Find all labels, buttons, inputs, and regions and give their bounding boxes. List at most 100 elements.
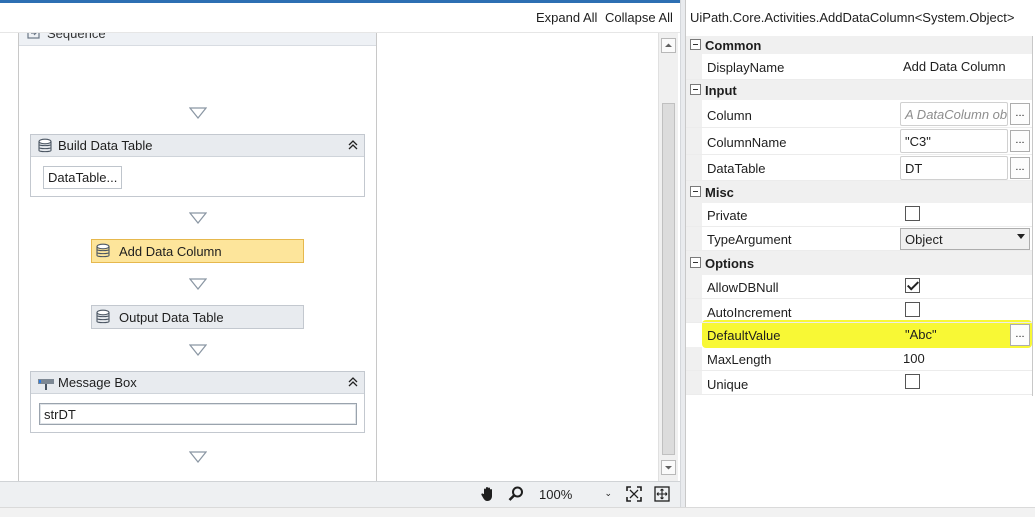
category-options[interactable]: Options <box>686 251 1032 275</box>
row-gutter <box>686 275 702 298</box>
properties-type-title: UiPath.Core.Activities.AddDataColumn<Sys… <box>690 10 1015 25</box>
property-row-datatable[interactable]: DataTable DT ... <box>686 155 1032 181</box>
build-data-table-title: Build Data Table <box>58 138 153 153</box>
typeargument-dropdown[interactable]: Object <box>900 228 1030 250</box>
property-row-typeargument[interactable]: TypeArgument Object <box>686 227 1032 251</box>
properties-panel: UiPath.Core.Activities.AddDataColumn<Sys… <box>685 0 1035 507</box>
output-data-table-activity[interactable]: Output Data Table <box>91 305 304 329</box>
property-row-allowdbnull[interactable]: AllowDBNull <box>686 275 1032 299</box>
property-row-private[interactable]: Private <box>686 203 1032 227</box>
add-data-column-activity[interactable]: Add Data Column <box>91 239 304 263</box>
property-name: Unique <box>707 377 749 392</box>
row-gutter <box>686 100 702 127</box>
property-name: AutoIncrement <box>707 305 792 320</box>
property-row-defaultvalue[interactable]: DefaultValue "Abc" ... <box>686 323 1032 347</box>
columnname-input[interactable]: "C3" <box>900 129 1008 153</box>
datatable-button[interactable]: DataTable... <box>43 166 123 189</box>
collapse-box-icon[interactable] <box>690 186 701 197</box>
scroll-down-button[interactable] <box>661 460 676 475</box>
scrollbar-thumb[interactable] <box>662 103 675 455</box>
column-ellipsis-button[interactable]: ... <box>1010 103 1030 125</box>
drop-target-arrow-icon[interactable] <box>189 344 207 356</box>
zoom-magnifier-icon[interactable] <box>507 485 525 503</box>
row-gutter <box>686 371 702 394</box>
build-data-table-activity[interactable]: Build Data Table DataTable... <box>30 134 365 197</box>
property-row-autoincrement[interactable]: AutoIncrement <box>686 299 1032 323</box>
column-input[interactable]: A DataColumn ob <box>900 102 1008 126</box>
property-name: AllowDBNull <box>707 280 779 295</box>
chevron-down-icon <box>1017 234 1025 239</box>
collapse-icon[interactable] <box>346 138 360 152</box>
drop-target-arrow-icon[interactable] <box>189 451 207 463</box>
property-name: MaxLength <box>707 352 772 367</box>
message-text-field[interactable]: strDT <box>39 403 357 425</box>
columnname-value: "C3" <box>905 134 931 149</box>
property-row-displayname[interactable]: DisplayName Add Data Column <box>686 54 1032 80</box>
zoom-level-dropdown[interactable]: 100% ⌄ <box>533 484 617 504</box>
category-input[interactable]: Input <box>686 80 1032 100</box>
property-row-column[interactable]: Column A DataColumn ob ... <box>686 100 1032 128</box>
allowdbnull-checkbox[interactable] <box>905 278 920 293</box>
sequence-header[interactable]: Sequence <box>19 33 376 46</box>
property-row-columnname[interactable]: ColumnName "C3" ... <box>686 128 1032 155</box>
expand-all-button[interactable]: Expand All <box>536 10 597 25</box>
category-common[interactable]: Common <box>686 36 1032 54</box>
pan-hand-icon[interactable] <box>479 485 497 503</box>
chevron-down-icon: ⌄ <box>604 488 612 498</box>
row-gutter <box>686 155 702 180</box>
designer-canvas[interactable]: Sequence Build Data Table DataTable... A… <box>0 33 658 481</box>
message-box-header[interactable]: Message Box <box>31 372 364 394</box>
collapse-icon[interactable] <box>346 375 360 389</box>
property-name: Private <box>707 208 748 223</box>
scroll-up-button[interactable] <box>661 38 676 53</box>
collapse-all-button[interactable]: Collapse All <box>605 10 673 25</box>
collapse-box-icon[interactable] <box>690 84 701 95</box>
add-data-column-title: Add Data Column <box>119 244 222 259</box>
datatable-input[interactable]: DT <box>900 156 1008 180</box>
private-checkbox[interactable] <box>905 206 920 221</box>
defaultvalue-ellipsis-button[interactable]: ... <box>1010 324 1030 346</box>
message-box-icon <box>38 379 54 390</box>
property-row-unique[interactable]: Unique <box>686 371 1032 395</box>
property-name: Column <box>707 108 752 123</box>
autoincrement-checkbox[interactable] <box>905 302 920 317</box>
displayname-value[interactable]: Add Data Column <box>903 59 1006 74</box>
collapse-box-icon[interactable] <box>690 39 701 50</box>
collapse-box-icon[interactable] <box>690 257 701 268</box>
overview-map-icon[interactable] <box>653 485 671 503</box>
property-row-maxlength[interactable]: MaxLength 100 <box>686 347 1032 371</box>
typeargument-value: Object <box>905 232 943 247</box>
drop-target-arrow-icon[interactable] <box>189 107 207 119</box>
drop-target-arrow-icon[interactable] <box>189 278 207 290</box>
vertical-scrollbar[interactable] <box>658 33 678 481</box>
datatable-value: DT <box>905 161 923 176</box>
fit-to-screen-icon[interactable] <box>625 485 643 503</box>
database-icon <box>96 309 110 324</box>
workflow-designer: Expand All Collapse All Sequence Build D… <box>0 3 680 481</box>
sequence-icon <box>27 33 40 39</box>
panel-border <box>1032 36 1033 396</box>
row-gutter <box>686 128 702 154</box>
row-gutter <box>686 203 702 226</box>
bottom-panel-strip <box>0 507 1035 517</box>
columnname-ellipsis-button[interactable]: ... <box>1010 130 1030 152</box>
sequence-container[interactable]: Sequence Build Data Table DataTable... A… <box>18 33 377 481</box>
property-name: DisplayName <box>707 60 785 75</box>
database-icon <box>96 243 110 258</box>
defaultvalue-value[interactable]: "Abc" <box>905 327 937 342</box>
designer-toolbar: Expand All Collapse All <box>0 3 680 33</box>
chevron-down-icon <box>665 466 672 470</box>
message-box-activity[interactable]: Message Box strDT <box>30 371 365 433</box>
build-data-table-header[interactable]: Build Data Table <box>31 135 364 157</box>
property-name: ColumnName <box>707 135 787 150</box>
category-misc[interactable]: Misc <box>686 181 1032 203</box>
category-label: Common <box>705 38 762 53</box>
datatable-ellipsis-button[interactable]: ... <box>1010 157 1030 179</box>
message-box-title: Message Box <box>58 375 137 390</box>
database-icon <box>38 138 52 153</box>
sequence-title: Sequence <box>47 33 106 41</box>
row-gutter <box>686 54 702 79</box>
unique-checkbox[interactable] <box>905 374 920 389</box>
maxlength-value[interactable]: 100 <box>903 351 925 366</box>
drop-target-arrow-icon[interactable] <box>189 212 207 224</box>
